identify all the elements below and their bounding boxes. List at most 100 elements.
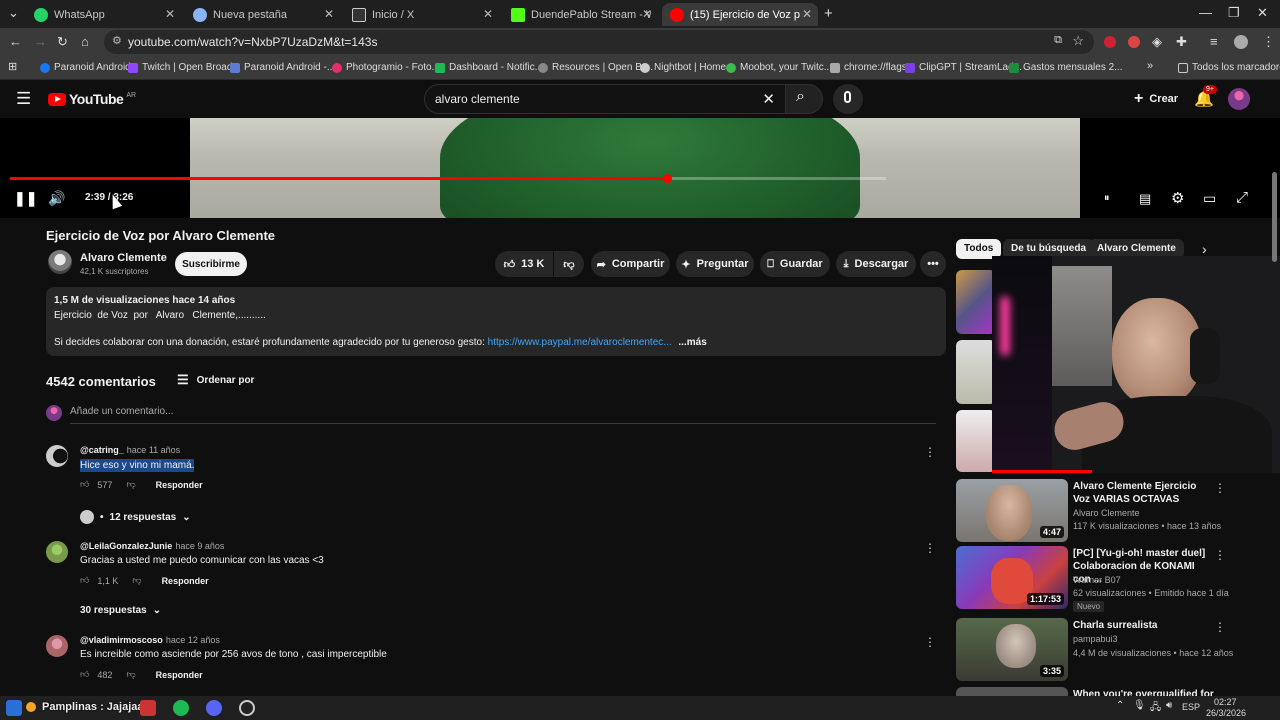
clock-date[interactable]: 26/3/2026: [1206, 708, 1246, 718]
recommendation-thumbnail[interactable]: [956, 687, 1068, 696]
language-indicator[interactable]: ESP: [1182, 702, 1200, 712]
home-icon[interactable]: ⌂: [81, 34, 89, 49]
sort-by-button[interactable]: ☰ Ordenar por: [177, 372, 254, 388]
extension-icon[interactable]: [1104, 36, 1116, 48]
new-tab-icon[interactable]: +: [824, 5, 833, 22]
recommendation-thumbnail[interactable]: 3:35: [956, 618, 1068, 681]
page-scrollbar[interactable]: [1272, 172, 1277, 262]
thumbs-up-icon[interactable]: 👍︎: [80, 669, 89, 680]
autoplay-toggle-icon[interactable]: ⏸: [1104, 192, 1110, 205]
recommendation-item[interactable]: 4:47 Alvaro Clemente Ejercicio Voz VARIA…: [956, 479, 1276, 543]
recommendation-item[interactable]: 3:35 Charla surrealista pampabui3 4,4 M …: [956, 618, 1276, 682]
view-replies-button[interactable]: • 12 respuestas ⌄: [80, 510, 191, 524]
recommendation-thumbnail[interactable]: [956, 270, 996, 334]
recommendation-thumbnail[interactable]: [956, 410, 996, 472]
bookmark-item[interactable]: Paranoid Android -...: [230, 62, 335, 73]
forward-icon[interactable]: →: [34, 34, 47, 49]
profile-avatar[interactable]: [1234, 35, 1248, 49]
bookmark-item[interactable]: Gastos mensuales 2...: [1009, 62, 1123, 73]
tab-new[interactable]: Nueva pestaña ✕: [185, 3, 340, 26]
site-info-icon[interactable]: ⚙: [112, 34, 122, 47]
search-button[interactable]: ⌕: [785, 84, 823, 114]
media-icon[interactable]: ≡: [1210, 34, 1218, 49]
chevron-up-icon[interactable]: ⌃: [1116, 700, 1124, 711]
close-tab-icon[interactable]: ✕: [324, 7, 334, 21]
obs-icon[interactable]: [239, 700, 255, 716]
extensions-puzzle-icon[interactable]: ✚: [1176, 34, 1187, 50]
recommendation-title[interactable]: Charla surrealista: [1073, 619, 1213, 632]
clear-search-icon[interactable]: ✕: [762, 90, 775, 108]
pause-icon[interactable]: ❚❚: [14, 190, 37, 207]
bookmark-item[interactable]: chrome://flags: [830, 62, 907, 73]
settings-gear-icon[interactable]: ⚙: [1171, 189, 1184, 207]
download-button[interactable]: ⤓ Descargar: [836, 251, 916, 277]
tab-x[interactable]: Inicio / X ✕: [344, 3, 499, 26]
chrome-taskbar-icon[interactable]: [140, 700, 156, 716]
share-button[interactable]: ➦ Compartir: [591, 251, 670, 277]
youtube-logo[interactable]: YouTube AR: [48, 91, 136, 107]
recommendation-title[interactable]: Alvaro Clemente Ejercicio Voz VARIAS OCT…: [1073, 480, 1213, 506]
search-input[interactable]: alvaro clemente ✕: [424, 84, 786, 114]
ask-button[interactable]: ✦ Preguntar: [676, 251, 754, 277]
reply-button[interactable]: Responder: [156, 670, 203, 680]
reply-button[interactable]: Responder: [156, 480, 203, 490]
reload-icon[interactable]: ↻: [57, 34, 68, 50]
close-window-icon[interactable]: ✕: [1257, 5, 1268, 21]
recommendation-channel[interactable]: pampabui3: [1073, 634, 1118, 644]
volume-tray-icon[interactable]: 🔊︎: [1166, 700, 1172, 711]
menu-dots-icon[interactable]: ⋮: [1262, 34, 1275, 50]
chat-notification[interactable]: Pamplinas : Jajajaa: [42, 701, 144, 713]
back-icon[interactable]: ←: [9, 34, 22, 49]
show-more-link[interactable]: ...más: [678, 337, 706, 348]
fullscreen-icon[interactable]: ⤢: [1236, 189, 1248, 206]
tab-youtube[interactable]: (15) Ejercicio de Voz por Al ✕: [662, 3, 818, 26]
restore-icon[interactable]: ❐: [1228, 5, 1240, 21]
comment-author[interactable]: @vladimirmoscoso: [80, 635, 163, 645]
recommendation-thumbnail[interactable]: 1:17:53: [956, 546, 1068, 609]
cast-icon[interactable]: ⧉: [1054, 34, 1062, 47]
like-button[interactable]: 👍︎ 13 K: [495, 251, 553, 277]
recommendation-channel[interactable]: Alvaro Clemente: [1073, 508, 1140, 518]
thumbs-up-icon[interactable]: 👍︎: [80, 479, 89, 490]
discord-icon[interactable]: [206, 700, 222, 716]
network-icon[interactable]: 🖧: [1150, 700, 1161, 717]
dislike-button[interactable]: 👎︎: [554, 251, 584, 277]
reply-button[interactable]: Responder: [162, 576, 209, 586]
theater-mode-icon[interactable]: ▭: [1203, 190, 1216, 207]
comment-menu-icon[interactable]: ⋮: [924, 445, 936, 459]
minimize-icon[interactable]: —: [1199, 5, 1212, 20]
subscribe-button[interactable]: Suscribirme: [175, 252, 247, 276]
apps-grid-icon[interactable]: ⊞: [8, 60, 17, 73]
bookmark-item[interactable]: Twitch | Open Broad...: [128, 62, 241, 73]
thumbs-up-icon[interactable]: 👍︎: [80, 575, 89, 586]
spotify-icon[interactable]: [173, 700, 189, 716]
clock-time[interactable]: 02:27: [1214, 697, 1237, 707]
thumbs-down-icon[interactable]: 👎︎: [126, 479, 135, 490]
recommendation-thumbnail[interactable]: 4:47: [956, 479, 1068, 542]
comment-menu-icon[interactable]: ⋮: [924, 541, 936, 555]
recommendation-channel[interactable]: Warner B07: [1073, 575, 1121, 585]
close-tab-icon[interactable]: ✕: [165, 7, 175, 21]
bookmark-item[interactable]: Moobot, your Twitc...: [726, 62, 832, 73]
more-options-icon[interactable]: ⋮: [1214, 548, 1226, 562]
thumbs-down-icon[interactable]: 👎︎: [126, 669, 135, 680]
notifications-button[interactable]: 🔔 9+: [1194, 85, 1217, 109]
video-frame[interactable]: [190, 118, 1080, 218]
chevron-right-icon[interactable]: »: [1147, 60, 1153, 72]
comment-avatar[interactable]: [46, 635, 68, 657]
more-options-icon[interactable]: ⋮: [1214, 620, 1226, 634]
all-bookmarks-folder[interactable]: Todos los marcadores: [1178, 62, 1280, 73]
recommendation-title[interactable]: When you're overqualified for: [1073, 688, 1273, 696]
create-button[interactable]: + Crear: [1124, 87, 1188, 111]
voice-search-button[interactable]: [833, 84, 863, 114]
bookmark-item[interactable]: Paranoid Android: [40, 62, 131, 73]
comment-author[interactable]: @LeilaGonzalezJunie: [80, 541, 172, 551]
close-tab-icon[interactable]: ✕: [802, 7, 812, 21]
app-icon[interactable]: [6, 700, 22, 716]
channel-avatar[interactable]: [48, 250, 72, 274]
close-tab-icon[interactable]: ✕: [642, 7, 652, 21]
extension-icon[interactable]: ◈: [1152, 34, 1162, 50]
comment-avatar[interactable]: [46, 541, 68, 563]
volume-icon[interactable]: 🔊: [48, 190, 65, 207]
more-actions-button[interactable]: •••: [920, 251, 946, 277]
